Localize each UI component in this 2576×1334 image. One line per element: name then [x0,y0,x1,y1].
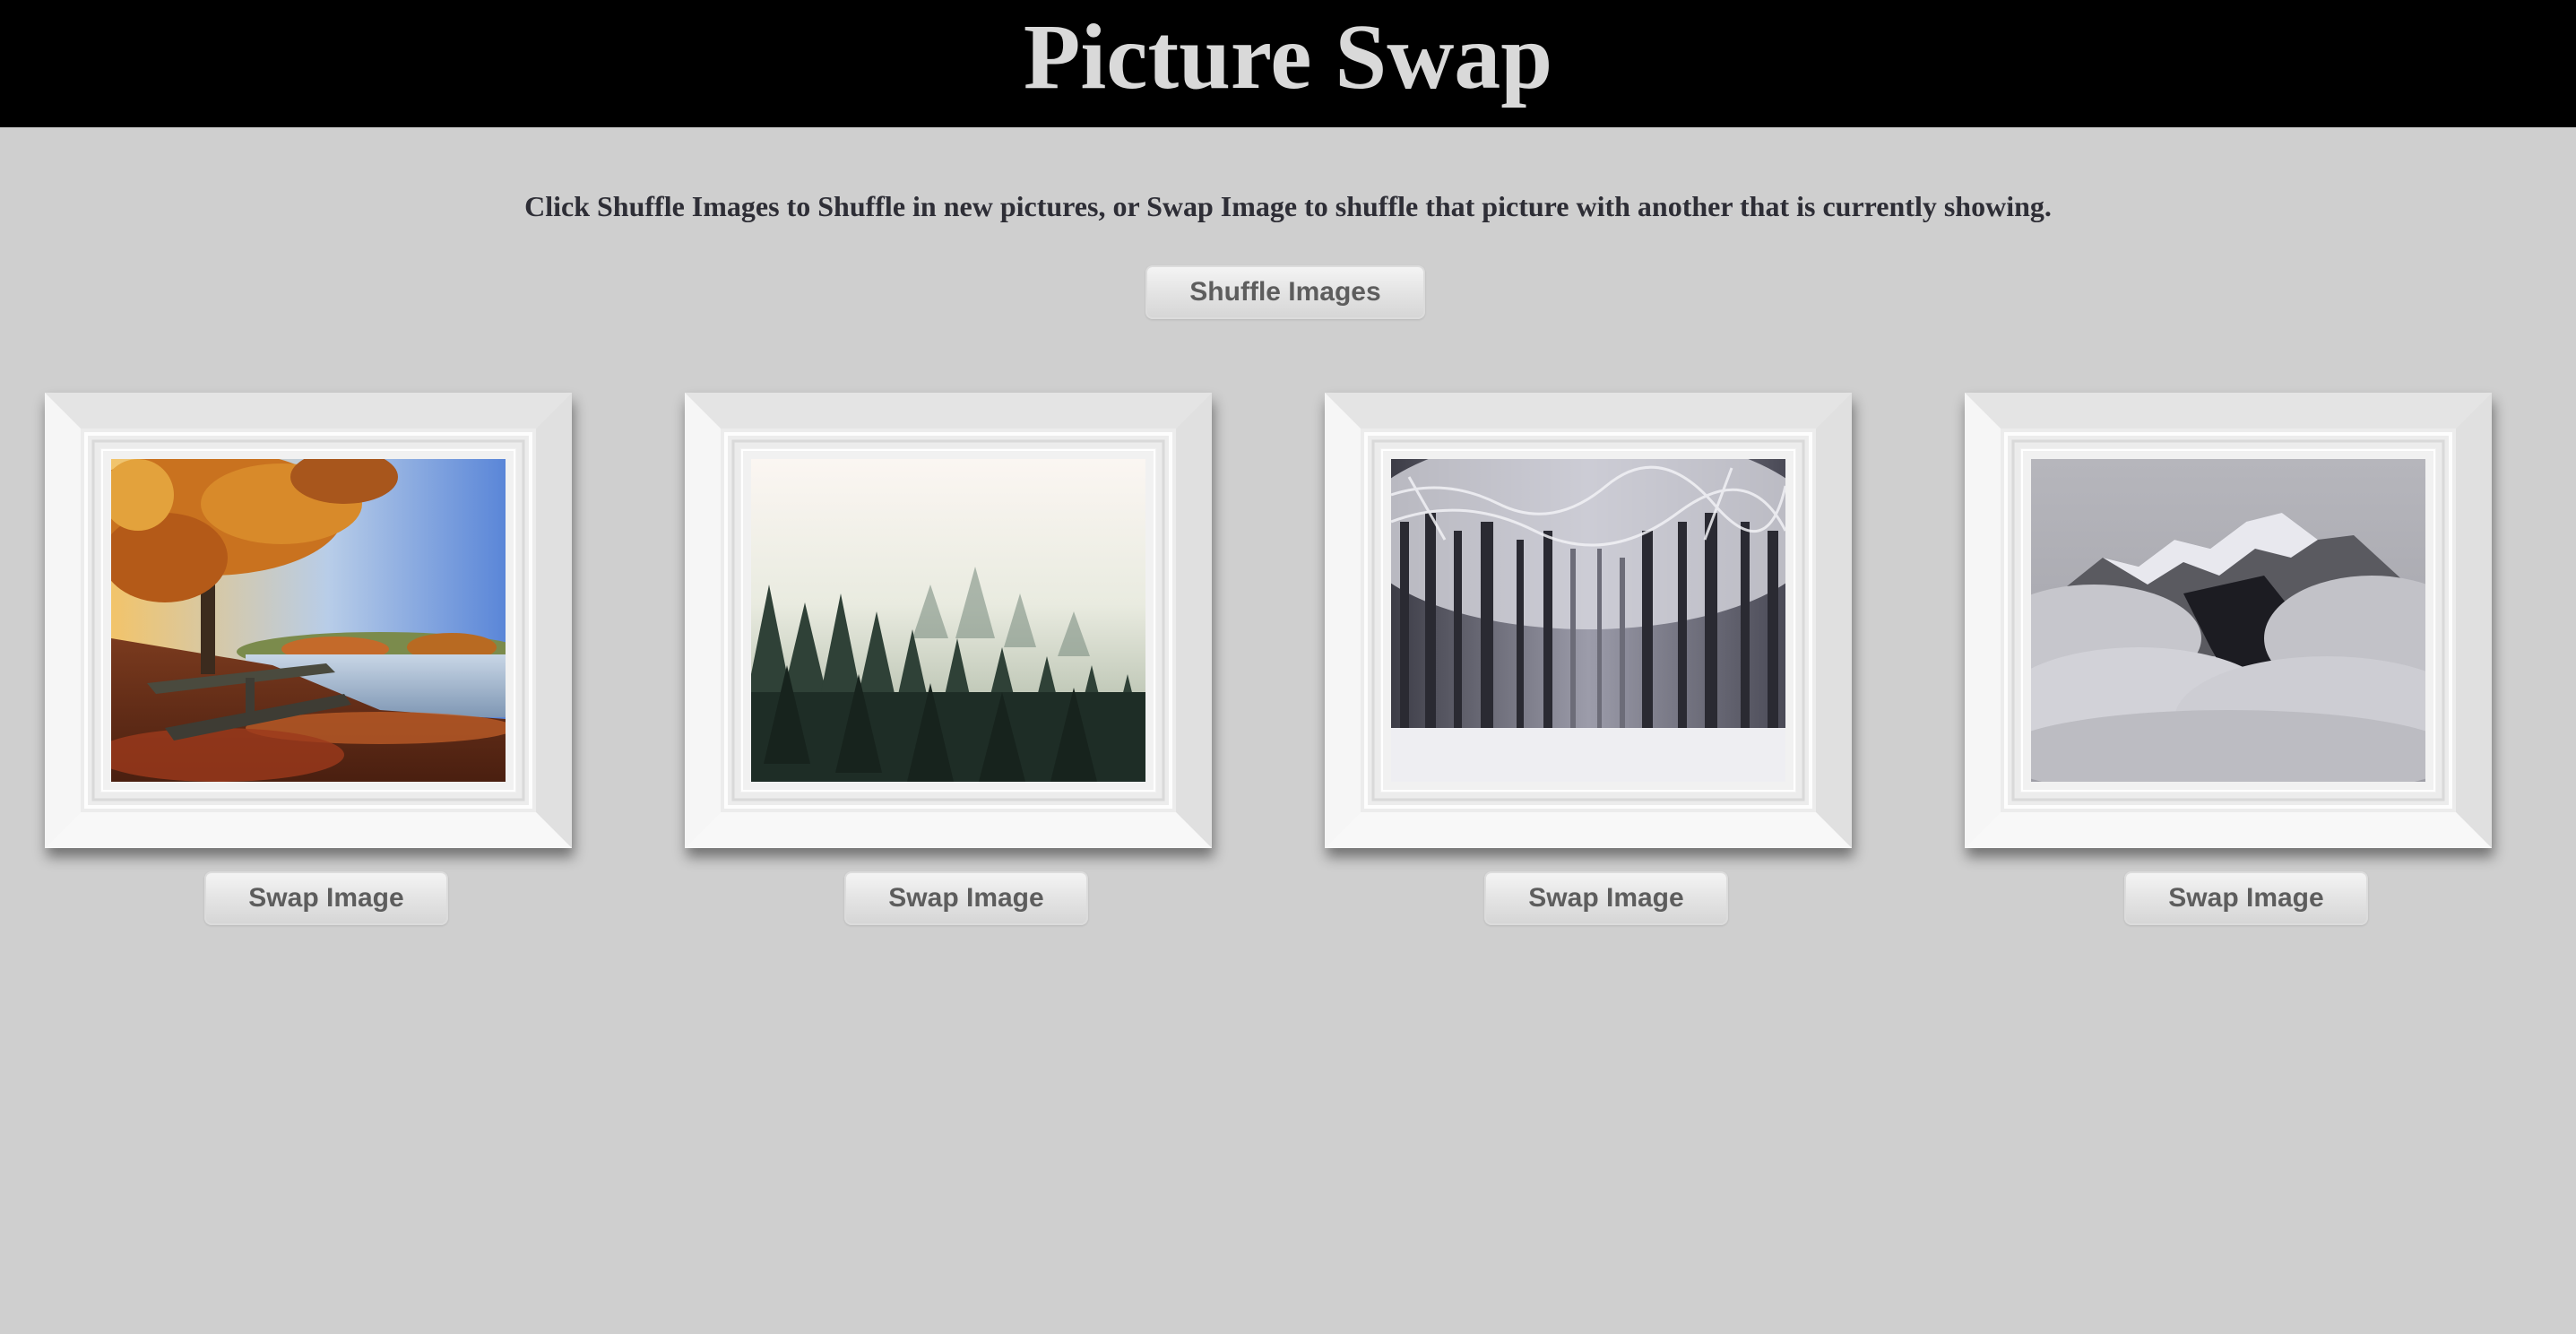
snowy-forest-image [1391,459,1785,782]
swap-image-button-1[interactable]: Swap Image [204,871,448,925]
picture-frame-2: Swap Image [685,393,1212,925]
page-header: Picture Swap [0,0,2576,127]
autumn-lake-image [111,459,506,782]
misty-forest-image [751,459,1145,782]
picture-frame-4: Swap Image [1965,393,2492,925]
instructions-text: Click Shuffle Images to Shuffle in new p… [524,190,2052,222]
page-title: Picture Swap [1023,5,1553,108]
shuffle-images-button[interactable]: Shuffle Images [1145,265,1425,319]
mountain-clouds-image [2031,459,2425,782]
picture-frame-3: Swap Image [1325,393,1852,925]
picture-frame-1: Swap Image [45,393,572,925]
swap-image-button-3[interactable]: Swap Image [1484,871,1728,925]
swap-image-button-2[interactable]: Swap Image [844,871,1088,925]
swap-image-button-4[interactable]: Swap Image [2124,871,2368,925]
